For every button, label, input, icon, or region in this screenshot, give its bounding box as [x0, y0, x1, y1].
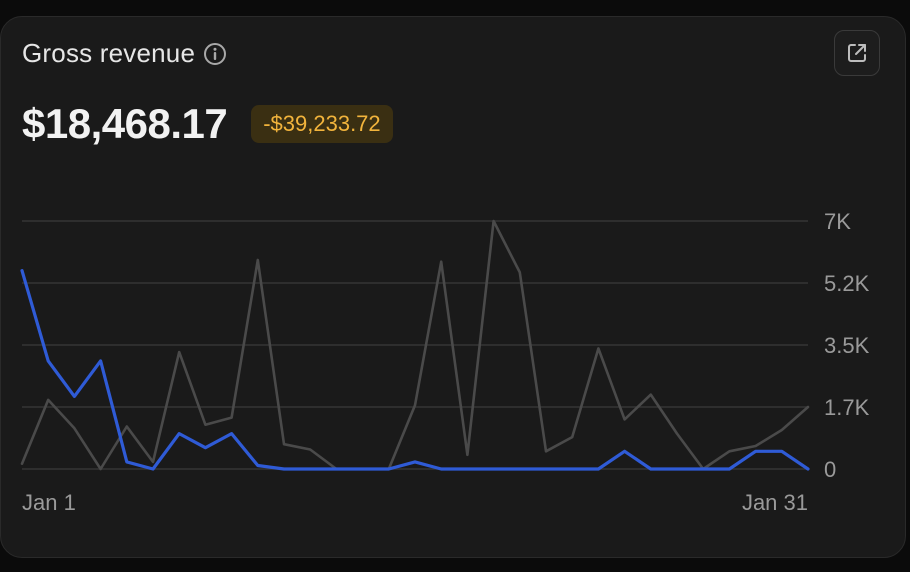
- y-tick-label: 0: [824, 457, 836, 482]
- revenue-line-chart: 0 1.7K 3.5K 5.2K 7K Jan 1 Jan 31: [20, 209, 870, 515]
- current-series-line: [20, 269, 810, 471]
- y-tick-label: 3.5K: [824, 333, 870, 358]
- x-tick-label: Jan 1: [22, 490, 76, 515]
- x-tick-label: Jan 31: [742, 490, 808, 515]
- y-tick-label: 7K: [824, 209, 851, 234]
- y-tick-label: 5.2K: [824, 271, 870, 296]
- y-tick-label: 1.7K: [824, 395, 870, 420]
